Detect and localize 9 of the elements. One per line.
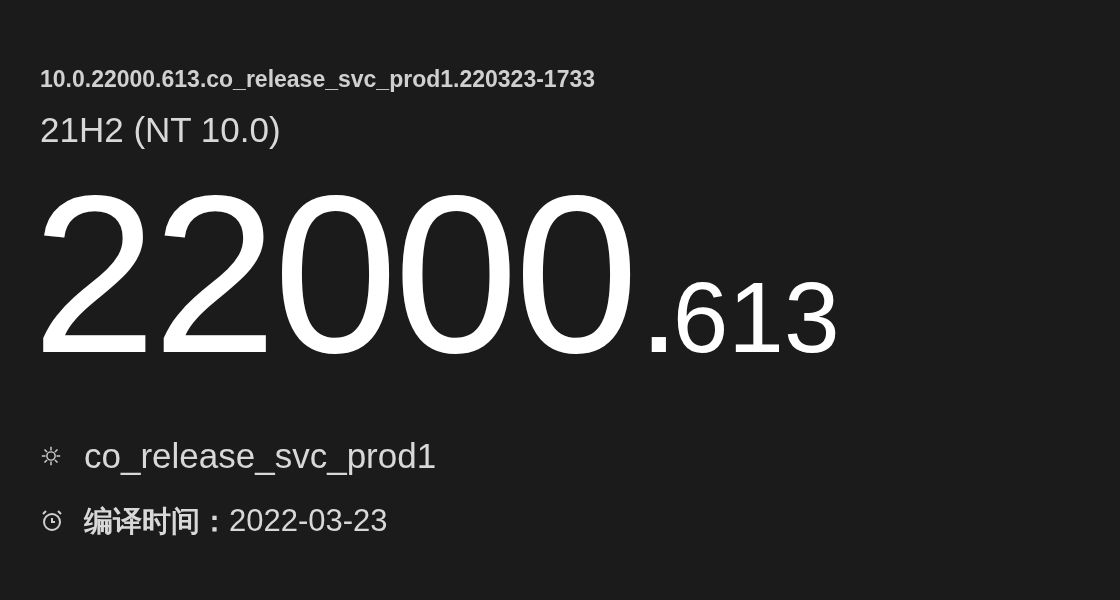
build-separator: . <box>644 267 673 367</box>
revision-number: 613 <box>672 267 840 367</box>
compile-time-label: 编译时间： <box>84 503 229 540</box>
compile-date: 2022-03-23 <box>229 502 388 540</box>
branch-name: co_release_svc_prod1 <box>84 435 437 477</box>
alarm-clock-icon <box>40 509 64 534</box>
build-number: 22000 <box>32 162 635 386</box>
build-string: 10.0.22000.613.co_release_svc_prod1.220323-1733 <box>40 65 595 94</box>
version-label: 21H2 (NT 10.0) <box>40 109 281 151</box>
